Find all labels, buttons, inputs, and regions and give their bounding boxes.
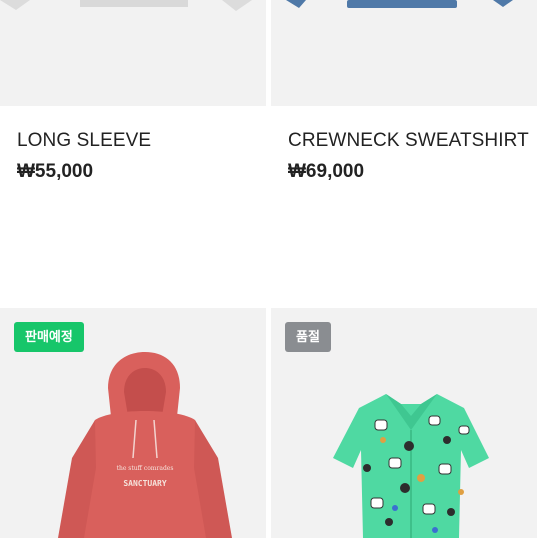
long-sleeve-tee-image (0, 0, 252, 11)
status-badge-sold-out: 품절 (285, 322, 331, 352)
product-image-long-sleeve[interactable] (0, 0, 266, 106)
product-price: ₩55,000 (17, 161, 94, 182)
product-card-long-sleeve[interactable]: LONG SLEEVE ₩55,000 (0, 0, 266, 300)
product-card-hoodie[interactable]: the stuff comrades SANCTUARY 판매예정 (0, 308, 266, 538)
product-grid: LONG SLEEVE ₩55,000 CREWNECK SWEATSHIRT … (0, 0, 538, 538)
hoodie-print-line-1: the stuff comrades (117, 465, 174, 472)
product-card-crewneck-sweatshirt[interactable]: CREWNECK SWEATSHIRT ₩69,000 (271, 0, 537, 300)
product-image-crewneck-sweatshirt[interactable] (271, 0, 537, 106)
product-name[interactable]: LONG SLEEVE (17, 130, 151, 152)
hoodie-print-line-2: SANCTUARY (123, 479, 167, 488)
product-name[interactable]: CREWNECK SWEATSHIRT (288, 130, 529, 152)
status-badge-upcoming: 판매예정 (14, 322, 84, 352)
product-price: ₩69,000 (288, 161, 365, 182)
crewneck-sweatshirt-image (286, 0, 513, 8)
product-card-patterned-shirt[interactable]: 품절 (271, 308, 537, 538)
